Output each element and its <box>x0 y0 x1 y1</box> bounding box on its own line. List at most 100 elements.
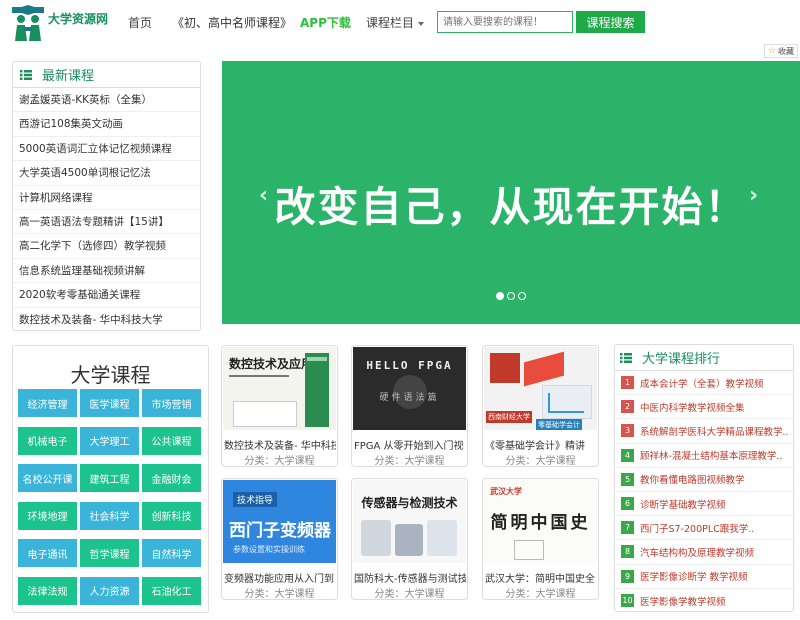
category-button[interactable]: 法律法规 <box>18 576 77 605</box>
category-button[interactable]: 机械电子 <box>18 426 77 455</box>
course-ranking-panel: 大学课程排行 1 成本会计学（全套）教学视频 2 中医内科学教学视频全集 3 系统解剖学医… <box>614 344 794 612</box>
latest-courses-header: 最新课程 <box>13 62 200 88</box>
ranking-item[interactable]: 1 成本会计学（全套）教学视频 <box>615 371 793 396</box>
latest-course-item[interactable]: 谢孟媛英语-KK英标（全集） <box>13 88 200 113</box>
latest-course-item[interactable]: 高一英语语法专题精讲【15讲】 <box>13 210 200 235</box>
latest-course-item[interactable]: 2020软考零基础通关课程 <box>13 283 200 308</box>
university-courses-panel: 大学课程 经济管理 医学课程 市场营销机械电子 大学理工 公共课程名校公开课 建筑工程 金融… <box>12 345 209 613</box>
course-card[interactable]: 武汉大学 简明中国史 武汉大学：简明中国史全 分类：大学课程 <box>482 478 599 600</box>
logo-text: 大学资源网 <box>48 11 109 26</box>
ranking-item-label: 中医内科学教学视频全集 <box>640 402 745 414</box>
latest-course-item[interactable]: 计算机网络课程 <box>13 186 200 210</box>
category-button[interactable]: 石油化工 <box>142 576 201 605</box>
category-button[interactable]: 公共课程 <box>142 426 201 455</box>
ranking-item[interactable]: 2 中医内科学教学视频全集 <box>615 395 793 420</box>
ranking-item[interactable]: 5 教你看懂电路图视频教学 <box>615 468 793 492</box>
thumb-subtitle: 武汉大学 <box>490 487 522 496</box>
category-button[interactable]: 环境地理 <box>18 501 77 530</box>
rank-number: 4 <box>621 448 634 462</box>
latest-course-item[interactable]: 数控技术及装备- 华中科技大学 <box>13 308 200 332</box>
rank-number: 8 <box>621 545 634 559</box>
thumb-title: 数控技术及应用 <box>229 357 314 371</box>
latest-course-item[interactable]: 信息系统监理基础视频讲解 <box>13 259 200 284</box>
course-ranking-title: 大学课程排行 <box>642 352 721 367</box>
category-button[interactable]: 金融财会 <box>142 464 201 493</box>
carousel-dot[interactable] <box>518 292 526 300</box>
chevron-right-icon[interactable]: › <box>749 183 758 208</box>
thumb-title: 西门子变频器 <box>229 521 331 541</box>
latest-courses-panel: 最新课程 谢孟媛英语-KK英标（全集） 西游记108集英文动画 5000英语词汇立体… <box>12 61 201 331</box>
course-category: 分类：大学课程 <box>374 589 445 600</box>
course-title[interactable]: 《零基础学会计》精讲 <box>485 437 597 452</box>
course-category: 分类：大学课程 <box>244 589 315 600</box>
course-title[interactable]: 国防科大-传感器与测试技 <box>354 570 466 585</box>
latest-course-item[interactable]: 5000英语词汇立体记忆视频课程 <box>13 137 200 162</box>
nav-famous-teachers[interactable]: 《初、高中名师课程》 <box>172 14 292 31</box>
ranking-item[interactable]: 8 汽车结构构及原理教学视频 <box>615 540 793 565</box>
course-title[interactable]: 变频器功能应用从入门到 <box>224 570 336 585</box>
course-title[interactable]: 数控技术及装备- 华中科技 <box>224 437 336 452</box>
thumb-subtitle: 西南财经大学 <box>486 411 532 423</box>
hero-banner[interactable]: ‹ 改变自己，从现在开始！ › <box>222 61 800 324</box>
latest-course-item[interactable]: 高二化学下（选修四）教学视频 <box>13 234 200 259</box>
ranking-item[interactable]: 4 顾祥林-混凝土结构基本原理教学.. <box>615 444 793 468</box>
course-title[interactable]: FPGA 从零开始到入门视 <box>354 437 466 452</box>
carousel-dot[interactable] <box>507 292 515 300</box>
course-card[interactable]: HELLO FPGA 硬件语法篇 FPGA 从零开始到入门视 分类：大学课程 <box>351 345 468 467</box>
site-logo[interactable]: 大学资源网 <box>12 4 114 42</box>
category-button[interactable]: 大学理工 <box>80 426 139 455</box>
course-ranking-header: 大学课程排行 <box>615 345 793 371</box>
course-thumbnail: HELLO FPGA 硬件语法篇 <box>353 347 466 430</box>
star-icon: ☆ <box>767 46 777 56</box>
ranking-item[interactable]: 9 医学影像诊断学 教学视频 <box>615 565 793 589</box>
ranking-item-label: 西门子S7-200PLC跟我学.. <box>640 523 755 535</box>
ranking-item-label: 医学影像学教学视频 <box>640 596 726 608</box>
category-button[interactable]: 社会科学 <box>80 501 139 530</box>
carousel-dot[interactable] <box>496 292 504 300</box>
course-card[interactable]: 数控技术及应用 数控技术及装备- 华中科技 分类：大学课程 <box>221 345 338 467</box>
search-button[interactable]: 课程搜索 <box>576 11 645 33</box>
course-card[interactable]: 传感器与检测技术 国防科大-传感器与测试技 分类：大学课程 <box>351 478 468 600</box>
search-input[interactable] <box>437 11 573 33</box>
nav-app-download[interactable]: APP下载 <box>300 14 351 31</box>
thumb-title: 简明中国史 <box>490 513 591 533</box>
course-category: 分类：大学课程 <box>505 456 576 467</box>
ranking-item-label: 系统解剖学医科大学精品课程教学.. <box>640 426 789 438</box>
category-button[interactable]: 市场营销 <box>142 389 201 417</box>
category-button[interactable]: 建筑工程 <box>80 464 139 493</box>
rank-number: 6 <box>621 497 634 511</box>
category-button[interactable]: 人力资源 <box>80 576 139 605</box>
ranking-item-label: 教你看懂电路图视频教学 <box>640 475 745 487</box>
category-button[interactable]: 经济管理 <box>18 389 77 417</box>
rank-number: 5 <box>621 472 634 486</box>
ranking-item[interactable]: 10 医学影像学教学视频 <box>615 589 793 613</box>
ranking-item[interactable]: 6 诊断学基础教学视频 <box>615 492 793 517</box>
category-button[interactable]: 电子通讯 <box>18 539 77 568</box>
thumb-subtitle: 硬件语法篇 <box>379 393 440 403</box>
category-button[interactable]: 创新科技 <box>142 501 201 530</box>
course-card[interactable]: 西南财经大学 零基础学会计 《零基础学会计》精讲 分类：大学课程 <box>482 345 599 467</box>
graduates-logo-icon <box>12 5 44 41</box>
nav-course-columns-label: 课程栏目 <box>366 16 415 30</box>
category-button[interactable]: 医学课程 <box>80 389 139 417</box>
course-thumbnail: 西南财经大学 零基础学会计 <box>484 347 597 430</box>
nav-home[interactable]: 首页 <box>128 14 152 31</box>
category-button[interactable]: 自然科学 <box>142 539 201 568</box>
rank-number: 10 <box>621 594 634 608</box>
ranking-item[interactable]: 3 系统解剖学医科大学精品课程教学.. <box>615 419 793 444</box>
category-button[interactable]: 名校公开课 <box>18 464 77 493</box>
category-button[interactable]: 哲学课程 <box>80 539 139 568</box>
ranking-item-label: 汽车结构构及原理教学视频 <box>640 547 755 559</box>
latest-course-item[interactable]: 西游记108集英文动画 <box>13 112 200 137</box>
latest-course-item[interactable]: 大学英语4500单词根记忆法 <box>13 161 200 186</box>
course-card[interactable]: 技术指导 西门子变频器 参数设置和实操训练 变频器功能应用从入门到 分类：大学课… <box>221 478 338 600</box>
ranking-item-label: 医学影像诊断学 教学视频 <box>640 572 748 584</box>
nav-course-columns[interactable]: 课程栏目 <box>366 14 425 31</box>
favorite-label: 收藏 <box>778 46 795 56</box>
university-courses-title: 大学课程 <box>70 363 151 387</box>
course-category: 分类：大学课程 <box>374 456 445 467</box>
favorite-button[interactable]: ☆ 收藏 <box>764 44 798 58</box>
course-title[interactable]: 武汉大学：简明中国史全 <box>485 570 597 585</box>
ranking-item[interactable]: 7 西门子S7-200PLC跟我学.. <box>615 516 793 541</box>
course-thumbnail: 数控技术及应用 <box>223 347 336 430</box>
